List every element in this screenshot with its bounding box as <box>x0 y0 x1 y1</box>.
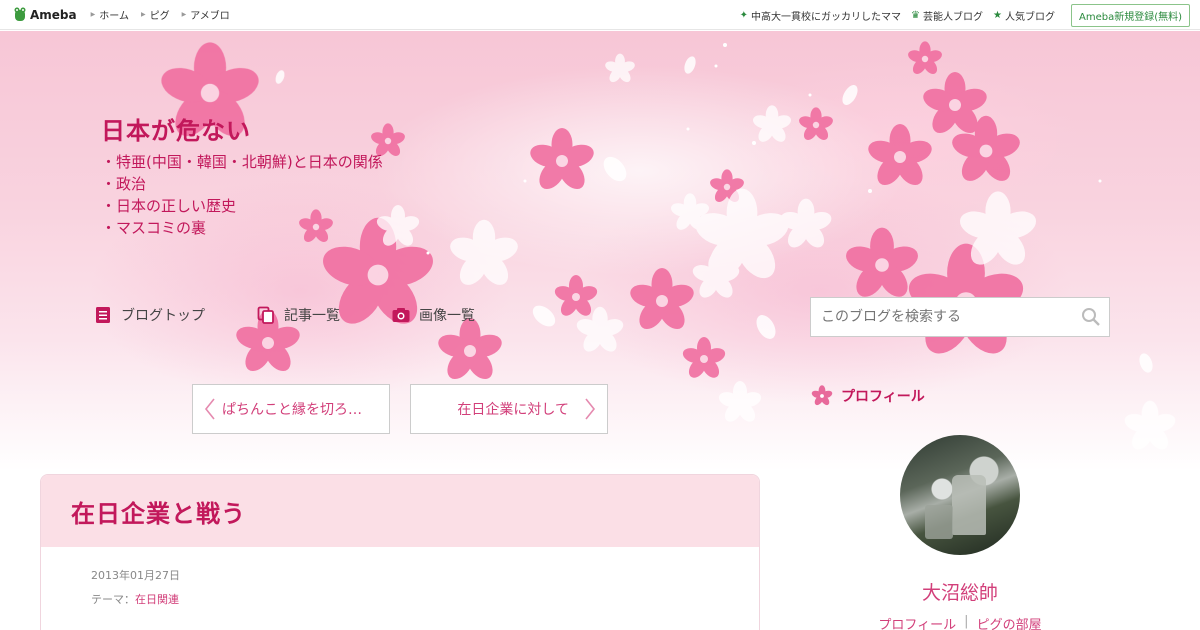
camera-icon <box>392 308 410 322</box>
profile-links: プロフィール | ピグの部屋 <box>860 614 1060 630</box>
nav-pigg-label: ピグ <box>149 11 170 22</box>
pigg-room-link[interactable]: ピグの部屋 <box>977 614 1042 630</box>
search-icon[interactable] <box>1081 307 1101 327</box>
star-icon: ★ <box>993 9 1002 21</box>
triangle-right-icon: ▶ <box>90 11 96 18</box>
nav-blog-top[interactable]: ブログトップ <box>94 305 205 325</box>
sakura-icon <box>811 385 833 406</box>
triangle-right-icon: ▶ <box>181 11 187 18</box>
nav-article-list-label: 記事一覧 <box>284 308 340 324</box>
crown-icon: ♛ <box>911 9 921 21</box>
next-article-button[interactable]: 在日企業に対して <box>410 384 608 434</box>
featured-blog-link[interactable]: ✦ 中高大一貫校にガッカリしたママ <box>740 8 901 23</box>
article-title[interactable]: 在日企業と戦う <box>71 494 246 529</box>
signup-button[interactable]: Ameba新規登録(無料) <box>1070 3 1190 27</box>
blog-title[interactable]: 日本が危ない <box>101 111 251 146</box>
theme-prefix: テーマ： <box>91 593 135 606</box>
popular-blog-link[interactable]: ★ 人気ブログ <box>993 8 1055 23</box>
nav-ameblo-label: アメブロ <box>190 11 230 22</box>
avatar-photo-detail <box>925 505 953 539</box>
triangle-right-icon: ▶ <box>140 11 146 18</box>
blog-search-input[interactable] <box>811 298 1081 336</box>
blog-search <box>810 297 1110 337</box>
nav-pigg-link[interactable]: ▶ ピグ <box>141 7 170 22</box>
featured-blog-label: 中高大一貫校にガッカリしたママ <box>751 11 902 23</box>
ameba-frog-icon <box>14 7 26 21</box>
divider: | <box>964 614 969 629</box>
profile-heading: プロフィール <box>810 384 925 408</box>
nav-home-label: ホーム <box>99 11 129 22</box>
article-theme: テーマ：在日関連 <box>91 591 179 607</box>
celebrity-blog-label: 芸能人ブログ <box>923 11 984 23</box>
prev-article-button[interactable]: ぱちんこと縁を切ろ… <box>192 384 390 434</box>
popular-blog-label: 人気ブログ <box>1004 11 1055 23</box>
document-icon <box>96 307 110 323</box>
blog-description: ・特亜(中国・韓国・北朝鮮)と日本の関係 ・政治 ・日本の正しい歴史 ・マスコミ… <box>101 151 383 239</box>
header-right-links: ✦ 中高大一貫校にガッカリしたママ ♛ 芸能人ブログ ★ 人気ブログ Ameba新規登… <box>730 0 1190 30</box>
blog-description-line: ・日本の正しい歴史 <box>101 197 237 215</box>
copy-icon <box>257 306 274 324</box>
sparkle-icon: ✦ <box>739 9 749 21</box>
profile-link[interactable]: プロフィール <box>878 614 956 630</box>
nav-article-list[interactable]: 記事一覧 <box>257 305 340 325</box>
blog-nav: ブログトップ 記事一覧 画像一覧 <box>94 305 527 325</box>
article-date: 2013年01月27日 <box>91 569 180 582</box>
avatar[interactable] <box>900 435 1020 555</box>
article-header: 在日企業と戦う <box>41 475 759 547</box>
next-article-label: 在日企業に対して <box>457 402 569 418</box>
ameba-logo[interactable]: Ameba <box>13 7 77 23</box>
nav-ameblo-link[interactable]: ▶ アメブロ <box>182 7 230 22</box>
profile-name[interactable]: 大沼総帥 <box>900 578 1020 605</box>
prev-article-label: ぱちんこと縁を切ろ… <box>222 402 362 418</box>
logo-text: Ameba <box>30 7 77 22</box>
profile-heading-label: プロフィール <box>841 389 925 405</box>
celebrity-blog-link[interactable]: ♛ 芸能人ブログ <box>911 8 983 23</box>
nav-blog-top-label: ブログトップ <box>121 308 205 324</box>
blog-description-line: ・特亜(中国・韓国・北朝鮮)と日本の関係 <box>101 153 383 171</box>
nav-image-list-label: 画像一覧 <box>419 308 475 324</box>
blog-description-line: ・政治 <box>101 175 147 193</box>
theme-link[interactable]: 在日関連 <box>135 593 179 606</box>
chevron-right-icon <box>585 398 596 420</box>
global-header: Ameba ▶ ホーム ▶ ピグ ▶ アメブロ ✦ 中高大一貫校にガッカリしたママ ♛ 芸… <box>0 0 1200 30</box>
chevron-left-icon <box>204 398 215 420</box>
nav-image-list[interactable]: 画像一覧 <box>392 305 475 325</box>
article-card: 在日企業と戦う 2013年01月27日 テーマ：在日関連 <box>40 474 760 630</box>
nav-home-link[interactable]: ▶ ホーム <box>91 7 129 22</box>
blog-description-line: ・マスコミの裏 <box>101 219 207 237</box>
global-nav: ▶ ホーム ▶ ピグ ▶ アメブロ <box>91 7 242 22</box>
avatar-photo-detail <box>952 475 986 535</box>
